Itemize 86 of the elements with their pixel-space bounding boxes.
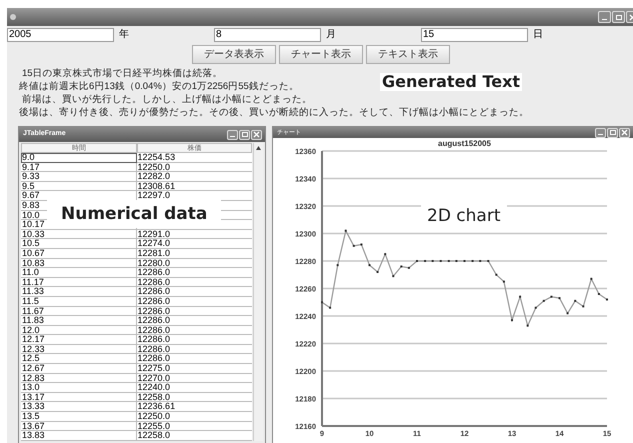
date-field[interactable]: 15 bbox=[421, 28, 528, 42]
table-cell: 12250.0 bbox=[136, 412, 252, 422]
table-cell: 12.83 bbox=[21, 374, 137, 384]
table-cell: 12240.0 bbox=[136, 383, 252, 393]
date-unit-label: 月 bbox=[326, 28, 336, 42]
table-cell: 12275.0 bbox=[136, 364, 252, 374]
data-point bbox=[329, 306, 332, 309]
maximize-icon[interactable] bbox=[239, 130, 250, 140]
minimize-icon[interactable] bbox=[598, 11, 611, 23]
table-cell: 13.5 bbox=[21, 412, 137, 422]
app-icon bbox=[10, 14, 16, 20]
table-cell: 12274.0 bbox=[136, 239, 252, 249]
generated-text-line: 終値は前週末比6円13銭（0.04%）安の1万2256円55銭だった。 bbox=[19, 80, 299, 93]
table-cell: 12286.0 bbox=[136, 335, 252, 345]
table-cell: 12.67 bbox=[21, 364, 137, 374]
close-icon[interactable] bbox=[619, 128, 630, 138]
table-cell: 12286.0 bbox=[136, 354, 252, 364]
table-cell: 12236.61 bbox=[136, 402, 252, 412]
table-cell: 11.67 bbox=[21, 306, 137, 316]
table-cell: 9.67 bbox=[21, 191, 137, 201]
minimize-icon[interactable] bbox=[227, 130, 238, 140]
table-cell: 11.33 bbox=[21, 287, 137, 297]
table-cell: 11.83 bbox=[21, 316, 137, 326]
table-cell: 12.0 bbox=[21, 326, 137, 336]
table-cell: 12286.0 bbox=[136, 316, 252, 326]
scroll-up-icon[interactable] bbox=[256, 146, 262, 150]
annotation-label: Numerical data bbox=[47, 200, 222, 228]
generated-text-line: 後場は、寄り付き後、売りが優勢だった。その後、買いが断続的に入った。そして、下げ幅は小幅にとどまった。 bbox=[19, 106, 529, 119]
minimize-icon[interactable] bbox=[595, 128, 606, 138]
table-cell: 10.33 bbox=[21, 230, 137, 240]
table-cell: 12282.0 bbox=[136, 172, 252, 182]
table-cell: 11.17 bbox=[21, 278, 137, 288]
data-point bbox=[542, 300, 545, 302]
table-cell: 9.5 bbox=[21, 182, 137, 192]
table-cell: 12.33 bbox=[21, 344, 137, 354]
maximize-icon[interactable] bbox=[607, 128, 618, 138]
table-cell: 12.17 bbox=[21, 335, 137, 345]
table-cell: 12254.53 bbox=[136, 153, 252, 163]
view-button[interactable]: チャート表示 bbox=[279, 45, 363, 64]
data-point bbox=[566, 312, 569, 314]
scrollbar[interactable] bbox=[253, 143, 263, 441]
data-point bbox=[550, 296, 552, 298]
data-point bbox=[392, 275, 394, 278]
table-cell: 13.0 bbox=[21, 383, 137, 393]
data-point bbox=[384, 253, 386, 256]
table-cell: 9.0 bbox=[21, 153, 137, 163]
table-cell: 12286.0 bbox=[136, 268, 252, 278]
table-cell: 12258.0 bbox=[136, 431, 252, 441]
table-cell: 13.67 bbox=[21, 422, 137, 432]
table-cell: 13.83 bbox=[21, 431, 137, 441]
maximize-icon[interactable] bbox=[612, 11, 625, 23]
data-point bbox=[502, 280, 505, 283]
table-cell: 13.33 bbox=[21, 402, 137, 412]
generated-text-line: 15日の東京株式市場で日経平均株価は続落。 bbox=[21, 67, 223, 80]
table-cell: 10.5 bbox=[21, 239, 137, 249]
data-point bbox=[582, 305, 584, 308]
annotation-label: Generated Text bbox=[380, 73, 522, 91]
table-cell: 12.5 bbox=[21, 354, 137, 364]
date-field[interactable]: 2005 bbox=[7, 28, 114, 42]
data-point bbox=[408, 266, 410, 269]
table-cell: 10.67 bbox=[21, 248, 137, 259]
date-field[interactable]: 8 bbox=[214, 28, 321, 42]
view-button[interactable]: データ表表示 bbox=[192, 45, 276, 64]
data-point bbox=[344, 230, 347, 232]
data-point bbox=[526, 324, 529, 327]
view-button[interactable]: テキスト表示 bbox=[366, 45, 450, 64]
data-point bbox=[519, 296, 522, 298]
table-cell: 9.33 bbox=[21, 172, 137, 182]
data-point bbox=[590, 278, 592, 280]
chart-title: august152005 bbox=[438, 139, 491, 148]
table-cell: 11.0 bbox=[21, 268, 137, 278]
generated-text-line: 前場は、買いが先行した。しかし、上げ幅は小幅にとどまった。 bbox=[21, 93, 312, 106]
table-cell: 9.17 bbox=[21, 162, 137, 172]
table-cell: 13.17 bbox=[21, 392, 137, 402]
close-icon[interactable] bbox=[251, 130, 262, 140]
table-cell: 12297.0 bbox=[136, 191, 252, 201]
table-cell: 10.83 bbox=[21, 258, 137, 268]
data-point bbox=[534, 306, 537, 309]
table-cell: 11.5 bbox=[21, 296, 137, 306]
data-point bbox=[574, 300, 576, 302]
date-unit-label: 年 bbox=[119, 28, 129, 42]
date-unit-label: 日 bbox=[533, 28, 543, 42]
data-point bbox=[336, 264, 339, 266]
data-point bbox=[495, 274, 498, 276]
table-cell: 12286.0 bbox=[136, 287, 252, 297]
data-point bbox=[352, 244, 355, 247]
